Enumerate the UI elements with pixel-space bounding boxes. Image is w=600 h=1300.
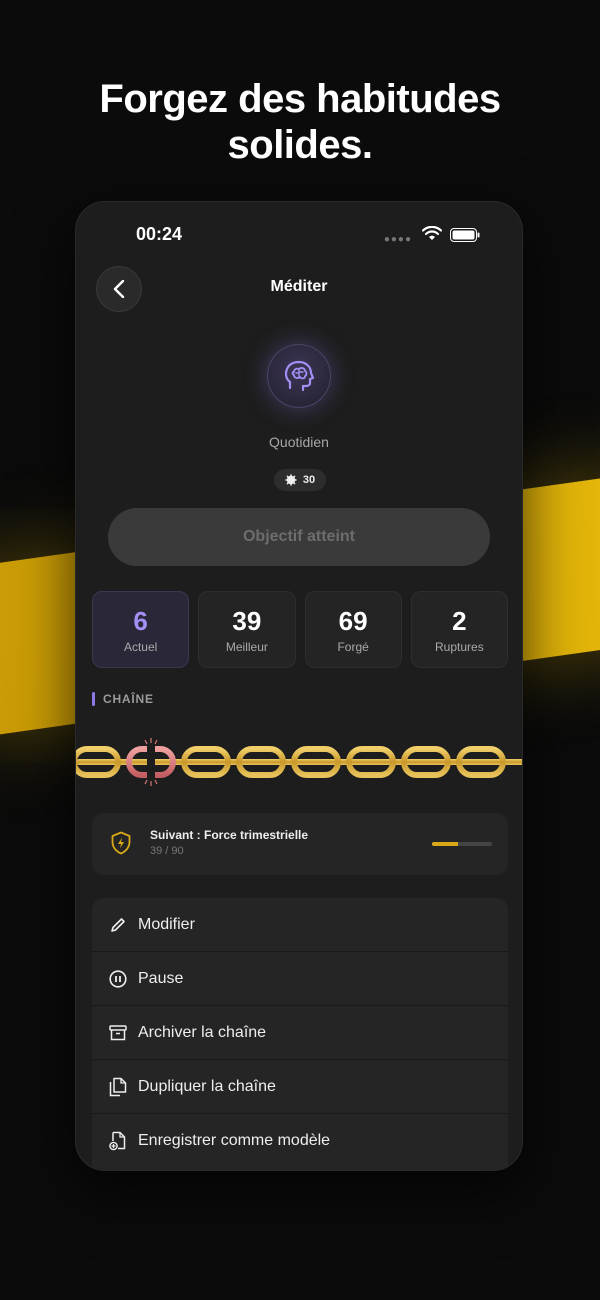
stat-current: 6 Actuel <box>92 591 190 668</box>
next-milestone-title: Suivant : Force trimestrielle <box>150 828 309 842</box>
stat-best: 39 Meilleur <box>198 591 296 668</box>
action-label: Pause <box>138 969 184 987</box>
archive-action[interactable]: Archiver la chaîne <box>92 1006 508 1060</box>
nav-title: Méditer <box>270 278 328 295</box>
signal-dots-icon: ●●●● <box>383 234 412 245</box>
section-title: CHAÎNE <box>103 692 154 706</box>
gear-icon <box>285 474 297 486</box>
progress-fill <box>432 842 458 846</box>
chain-visual <box>76 738 522 786</box>
brain-head-icon <box>284 360 315 392</box>
archive-box-icon <box>108 1023 128 1043</box>
stat-label: Meilleur <box>225 639 268 654</box>
lightning-shield-icon <box>111 831 131 855</box>
stat-value: 6 <box>133 605 148 636</box>
pause-action[interactable]: Pause <box>92 952 508 1006</box>
badge-value: 30 <box>302 474 316 486</box>
habit-icon <box>267 344 331 408</box>
duplicate-doc-icon <box>108 1077 128 1097</box>
stat-forged: 69 Forgé <box>304 591 402 668</box>
goal-reached-button[interactable]: Objectif atteint <box>108 508 490 566</box>
action-label: Dupliquer la chaîne <box>138 1077 276 1095</box>
action-label: Modifier <box>138 915 195 933</box>
habit-frequency: Quotidien <box>269 434 329 450</box>
wifi-icon <box>422 226 442 240</box>
status-time: 00:24 <box>136 224 183 244</box>
save-template-action[interactable]: Enregistrer comme modèle <box>92 1114 508 1168</box>
stat-label: Forgé <box>337 639 369 654</box>
headline: Forgez des habitudes solides. <box>99 77 501 167</box>
section-accent-bar <box>92 692 95 706</box>
action-label: Archiver la chaîne <box>138 1023 267 1041</box>
next-milestone-count: 39 / 90 <box>150 845 184 857</box>
stat-value: 2 <box>452 605 467 636</box>
stat-label: Ruptures <box>435 639 484 654</box>
stat-value: 39 <box>232 605 262 636</box>
stat-value: 69 <box>338 605 368 636</box>
duplicate-action[interactable]: Dupliquer la chaîne <box>92 1060 508 1114</box>
battery-icon <box>450 228 480 242</box>
next-milestone-progress <box>432 842 492 846</box>
actions-list: Modifier Pause Archiver la chaîne Dupliq… <box>92 898 508 1170</box>
stats-row: 6 Actuel 39 Meilleur 69 Forgé 2 Ruptures <box>92 591 508 668</box>
stat-label: Actuel <box>123 639 158 654</box>
action-label: Enregistrer comme modèle <box>138 1132 331 1149</box>
status-bar: 00:24 ●●●● <box>76 224 522 248</box>
edit-action[interactable]: Modifier <box>92 898 508 952</box>
gear-badge: 30 <box>274 469 326 491</box>
save-template-icon <box>108 1131 128 1151</box>
chain-section-header: CHAÎNE <box>92 692 154 706</box>
phone-frame: 00:24 ●●●● Méditer Quotidien 30 Objectif… <box>75 201 523 1171</box>
next-milestone-card[interactable]: Suivant : Force trimestrielle 39 / 90 <box>92 813 508 875</box>
stat-breaks: 2 Ruptures <box>410 591 508 668</box>
pencil-icon <box>108 915 128 935</box>
pause-circle-icon <box>108 969 128 989</box>
